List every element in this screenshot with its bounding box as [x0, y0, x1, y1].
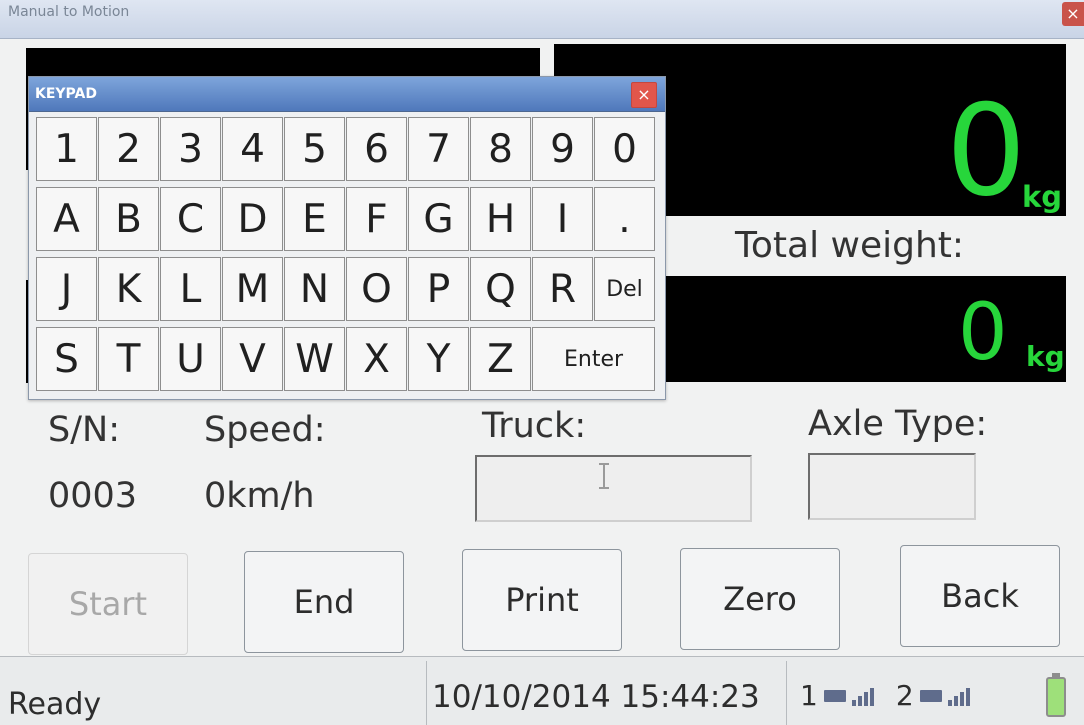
device-status-group: 1 2 [800, 679, 970, 712]
keypad-key-7[interactable]: 7 [408, 117, 469, 181]
signal-icon [947, 686, 970, 706]
keypad-key-J[interactable]: J [36, 257, 97, 321]
sn-label: S/N: [48, 410, 120, 450]
status-datetime: 10/10/2014 15:44:23 [432, 679, 760, 715]
keypad-key-A[interactable]: A [36, 187, 97, 251]
keypad-key-0[interactable]: 0 [594, 117, 655, 181]
current-weight-value: 0 [946, 77, 1027, 224]
keypad-key-8[interactable]: 8 [470, 117, 531, 181]
keypad-key-N[interactable]: N [284, 257, 345, 321]
window-title: Manual to Motion [8, 4, 130, 20]
keypad-title: KEYPAD [35, 86, 97, 102]
keypad-key-K[interactable]: K [98, 257, 159, 321]
window-titlebar: Manual to Motion × [0, 0, 1084, 39]
keypad-key-9[interactable]: 9 [532, 117, 593, 181]
total-weight-value: 0 [958, 288, 1008, 378]
keypad-key-X[interactable]: X [346, 327, 407, 391]
device-2-label: 2 [895, 679, 914, 712]
status-text: Ready [8, 687, 102, 722]
keypad-titlebar: KEYPAD × [29, 77, 665, 112]
status-bar: Ready 10/10/2014 15:44:23 1 2 [0, 656, 1084, 725]
keypad-key-L[interactable]: L [160, 257, 221, 321]
keypad-key-T[interactable]: T [98, 327, 159, 391]
keypad-key-1[interactable]: 1 [36, 117, 97, 181]
keypad-key-Z[interactable]: Z [470, 327, 531, 391]
keypad-key-Q[interactable]: Q [470, 257, 531, 321]
truck-input[interactable] [475, 455, 752, 522]
speed-label: Speed: [204, 410, 326, 450]
start-button[interactable]: Start [28, 553, 188, 655]
keypad-key-O[interactable]: O [346, 257, 407, 321]
speed-value: 0km/h [204, 476, 315, 516]
total-weight-unit: kg [1026, 340, 1065, 373]
current-weight-unit: kg [1022, 180, 1063, 214]
keypad-key-3[interactable]: 3 [160, 117, 221, 181]
text-cursor-icon [599, 463, 609, 489]
status-divider [786, 661, 787, 725]
keypad-close-icon[interactable]: × [631, 82, 657, 108]
axle-type-label: Axle Type: [808, 404, 988, 444]
keypad-key-dot[interactable]: . [594, 187, 655, 251]
device-1-icon [823, 689, 846, 702]
device-1-label: 1 [800, 679, 818, 712]
keypad-key-C[interactable]: C [160, 187, 221, 251]
keypad-key-U[interactable]: U [160, 327, 221, 391]
keypad-key-G[interactable]: G [408, 187, 469, 251]
keypad-key-5[interactable]: 5 [284, 117, 345, 181]
keypad-key-P[interactable]: P [408, 257, 469, 321]
keypad-key-2[interactable]: 2 [98, 117, 159, 181]
device-2-icon [919, 689, 942, 702]
keypad-key-6[interactable]: 6 [346, 117, 407, 181]
truck-label: Truck: [482, 406, 587, 446]
keypad-key-W[interactable]: W [284, 327, 345, 391]
keypad-key-enter[interactable]: Enter [532, 327, 655, 391]
keypad-key-S[interactable]: S [36, 327, 97, 391]
window-close-icon[interactable]: × [1062, 2, 1084, 26]
status-divider [426, 661, 427, 725]
keypad-key-D[interactable]: D [222, 187, 283, 251]
keypad-key-B[interactable]: B [98, 187, 159, 251]
keypad-key-Y[interactable]: Y [408, 327, 469, 391]
keypad-key-R[interactable]: R [532, 257, 593, 321]
print-button[interactable]: Print [462, 549, 622, 651]
keypad-key-del[interactable]: Del [594, 257, 655, 321]
keypad-key-M[interactable]: M [222, 257, 283, 321]
sn-value: 0003 [48, 476, 138, 516]
axle-type-input[interactable] [808, 453, 976, 520]
total-weight-panel: 0 kg [666, 276, 1066, 382]
keypad-key-I[interactable]: I [532, 187, 593, 251]
keypad-dialog: KEYPAD × 1 2 3 4 5 6 7 8 9 0 A B C D E F… [28, 76, 666, 400]
signal-icon [851, 686, 874, 706]
keypad-key-4[interactable]: 4 [222, 117, 283, 181]
keypad-key-V[interactable]: V [222, 327, 283, 391]
keypad-key-F[interactable]: F [346, 187, 407, 251]
total-weight-label: Total weight: [735, 225, 965, 266]
zero-button[interactable]: Zero [680, 548, 840, 650]
battery-icon [1046, 673, 1066, 717]
keypad-key-E[interactable]: E [284, 187, 345, 251]
end-button[interactable]: End [244, 551, 404, 653]
keypad-key-H[interactable]: H [470, 187, 531, 251]
back-button[interactable]: Back [900, 545, 1060, 647]
